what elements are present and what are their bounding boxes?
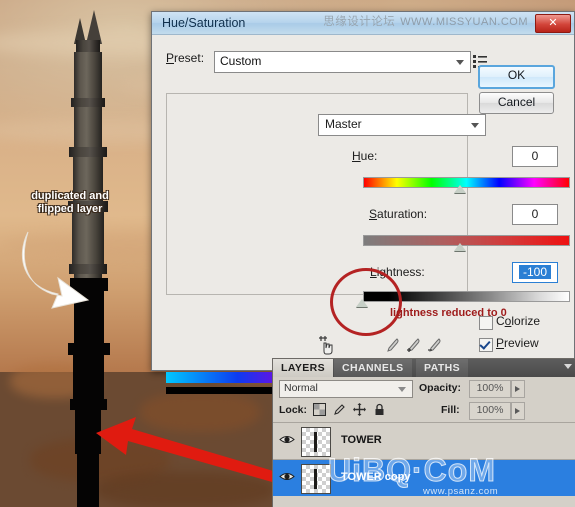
app-screenshot: duplicated and flipped layer Hue/Saturat… — [0, 0, 575, 507]
preset-select[interactable]: Custom — [214, 51, 471, 73]
watermark-top: 思缘设计论坛 WWW.MISSYUAN.COM — [323, 11, 528, 33]
layer-name: TOWER copy — [341, 471, 411, 483]
layer-name: TOWER — [341, 434, 382, 446]
lightness-value-input[interactable]: -100 — [512, 262, 558, 283]
opacity-value[interactable]: 100% — [469, 380, 511, 398]
eye-visibility-icon[interactable] — [279, 433, 295, 446]
watermark-layers-url: www.psanz.com — [423, 486, 499, 497]
saturation-value-input[interactable]: 0 — [512, 204, 558, 225]
hue-value: 0 — [531, 149, 539, 163]
eyedropper-icon[interactable] — [384, 337, 401, 354]
annotation-circle — [330, 268, 402, 336]
thumbnail-tower-shape — [314, 432, 317, 452]
annotation-line-1: duplicated and — [31, 190, 109, 202]
close-button[interactable]: ✕ — [535, 14, 571, 33]
lightness-value: -100 — [518, 265, 552, 279]
layers-panel: LAYERS CHANNELS PATHS Normal Opacity: 10… — [272, 358, 575, 507]
lock-transparency-icon[interactable] — [313, 403, 326, 416]
hue-saturation-dialog: Hue/Saturation 思缘设计论坛 WWW.MISSYUAN.COM ✕ … — [151, 11, 575, 394]
cancel-button[interactable]: Cancel — [479, 92, 554, 114]
tab-paths[interactable]: PATHS — [416, 359, 469, 377]
annotation-line-2: flipped layer — [37, 203, 103, 215]
watermark-top-url: WWW.MISSYUAN.COM — [400, 16, 528, 28]
saturation-slider-track[interactable] — [363, 235, 570, 246]
white-curved-arrow-icon — [21, 231, 90, 309]
fill-stepper[interactable] — [511, 402, 525, 420]
hue-slider-thumb[interactable] — [454, 185, 466, 193]
chevron-down-icon — [471, 123, 479, 128]
fill-label: Fill: — [441, 404, 460, 416]
hue-value-input[interactable]: 0 — [512, 146, 558, 167]
preview-label: Preview — [496, 336, 539, 350]
opacity-label: Opacity: — [419, 382, 462, 394]
lock-position-icon[interactable] — [353, 403, 366, 416]
hue-label: Hue: — [352, 149, 378, 163]
layer-thumbnail[interactable] — [301, 427, 331, 457]
eye-visibility-icon[interactable] — [279, 470, 295, 483]
thumbnail-tower-shape — [314, 469, 317, 489]
dialog-title: Hue/Saturation — [162, 16, 246, 30]
colorize-checkbox[interactable] — [479, 316, 493, 330]
annotation-duplicated-flipped: duplicated and flipped layer — [4, 190, 136, 216]
colorize-label: Colorize — [496, 314, 541, 328]
channel-value: Master — [325, 117, 362, 131]
eyedropper-plus-icon[interactable] — [405, 337, 422, 354]
hue-slider-track[interactable] — [363, 177, 570, 188]
blend-mode-select[interactable]: Normal — [279, 380, 413, 398]
chevron-down-icon — [456, 60, 464, 65]
watermark-top-cn: 思缘设计论坛 — [323, 16, 396, 28]
preset-value: Custom — [220, 54, 262, 68]
preset-label: Preset: — [166, 51, 205, 65]
lock-label: Lock: — [279, 404, 308, 416]
table-row[interactable]: TOWER — [273, 422, 575, 459]
channel-select[interactable]: Master — [318, 114, 486, 136]
opacity-stepper[interactable] — [511, 380, 525, 398]
eyedropper-minus-icon[interactable] — [426, 337, 443, 354]
saturation-slider-thumb[interactable] — [454, 243, 466, 251]
saturation-label: Saturation: — [369, 207, 428, 221]
tab-layers[interactable]: LAYERS — [273, 359, 334, 377]
lock-image-icon[interactable] — [333, 403, 346, 416]
dialog-titlebar: Hue/Saturation 思缘设计论坛 WWW.MISSYUAN.COM ✕ — [152, 12, 574, 35]
lock-row: Lock: Fill: 100% — [273, 399, 575, 421]
ok-button[interactable]: OK — [478, 65, 555, 89]
tab-channels[interactable]: CHANNELS — [334, 359, 412, 377]
panel-menu-icon[interactable] — [564, 364, 572, 369]
blend-mode-value: Normal — [284, 382, 318, 394]
panel-tabbar: LAYERS CHANNELS PATHS — [273, 359, 575, 377]
table-row[interactable]: TOWER copy UiBQ·CoM www.psanz.com — [273, 452, 575, 497]
layer-thumbnail[interactable] — [301, 464, 331, 494]
saturation-value: 0 — [531, 207, 539, 221]
lock-all-icon[interactable] — [373, 403, 386, 416]
chevron-down-icon — [398, 387, 406, 392]
blend-row: Normal Opacity: 100% — [273, 377, 575, 398]
target-adjust-hand-icon[interactable] — [318, 335, 338, 355]
fill-value[interactable]: 100% — [469, 402, 511, 420]
preview-checkbox[interactable] — [479, 338, 493, 352]
dialog-body: Preset: Custom OK Cancel Master Hue: 0 S… — [152, 35, 574, 394]
